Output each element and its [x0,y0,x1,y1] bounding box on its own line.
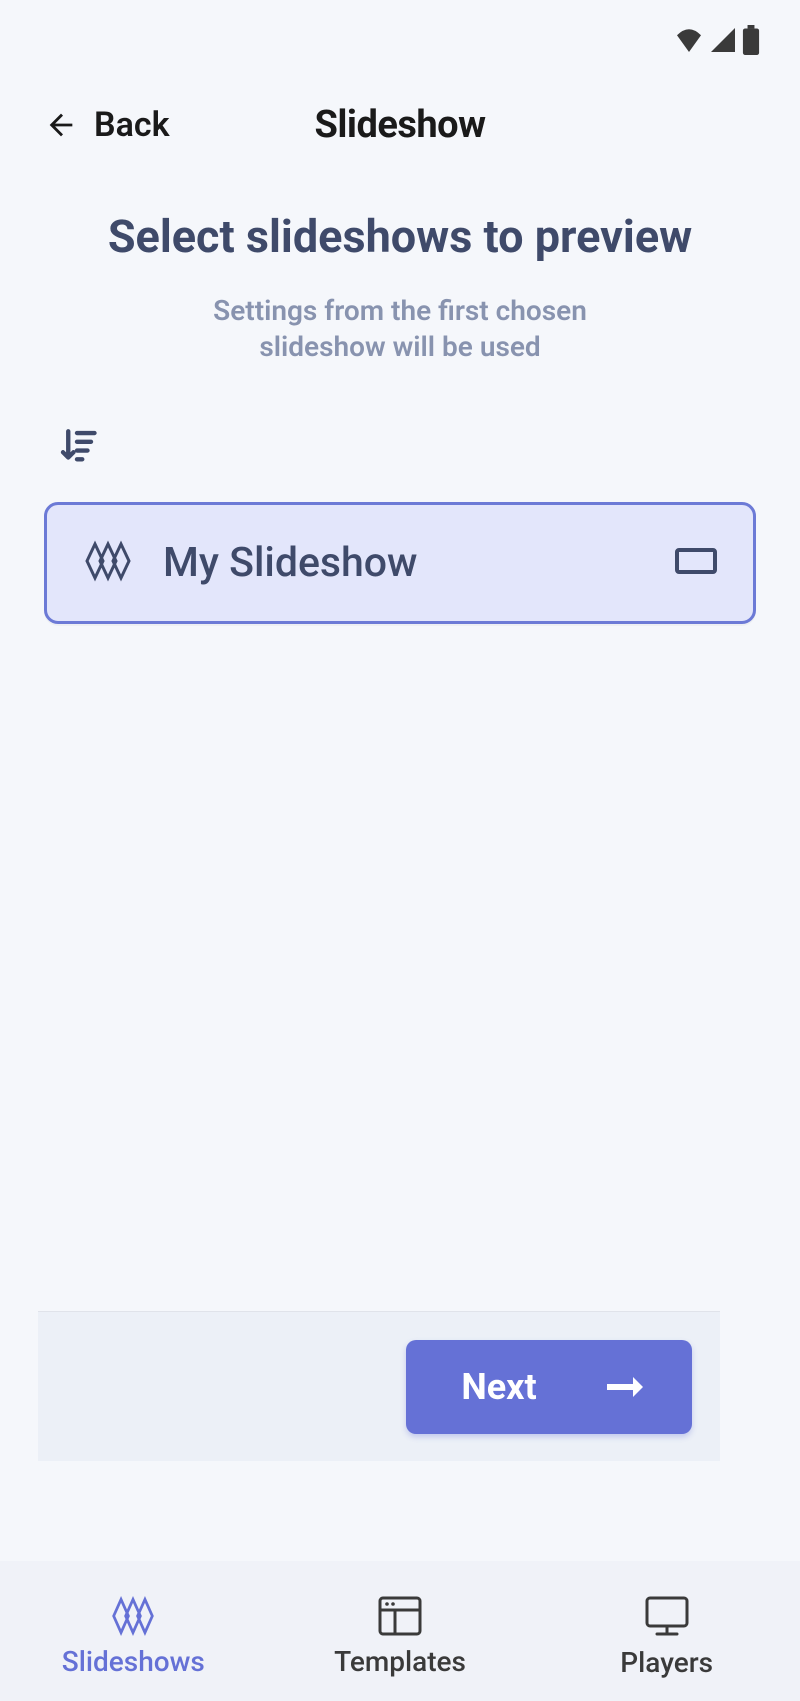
main-content: Select slideshows to preview Settings fr… [0,200,800,1461]
arrow-right-icon [607,1377,643,1397]
wifi-icon [674,28,704,52]
cellular-icon [710,28,736,52]
nav-templates[interactable]: Templates [267,1595,534,1678]
arrow-left-icon [44,108,78,142]
slideshow-icon [83,536,133,590]
slideshows-icon [110,1595,156,1637]
sort-row [44,426,756,472]
nav-label: Players [620,1646,713,1679]
helper-text: Settings from the first chosen slideshow… [44,293,756,366]
sort-icon [56,426,98,468]
players-icon [643,1594,691,1638]
battery-icon [742,25,760,55]
next-button[interactable]: Next [406,1340,692,1434]
page-heading: Select slideshows to preview [44,210,756,263]
back-label: Back [94,105,170,145]
nav-label: Templates [334,1645,466,1678]
slideshow-label: My Slideshow [163,539,675,587]
slideshow-card[interactable]: My Slideshow [44,502,756,624]
templates-icon [377,1595,423,1637]
nav-label: Slideshows [62,1645,205,1678]
footer-action-bar: Next [38,1311,720,1461]
helper-line: slideshow will be used [44,329,756,365]
back-button[interactable]: Back [44,105,170,145]
nav-players[interactable]: Players [533,1594,800,1679]
page-title: Slideshow [314,103,485,147]
helper-line: Settings from the first chosen [44,293,756,329]
sort-button[interactable] [56,426,98,472]
next-label: Next [461,1366,536,1408]
app-header: Back Slideshow [0,95,800,155]
nav-slideshows[interactable]: Slideshows [0,1595,267,1678]
bottom-nav: Slideshows Templates Players [0,1561,800,1701]
orientation-icon [675,546,717,580]
status-icons [674,25,760,55]
status-bar [0,0,800,80]
